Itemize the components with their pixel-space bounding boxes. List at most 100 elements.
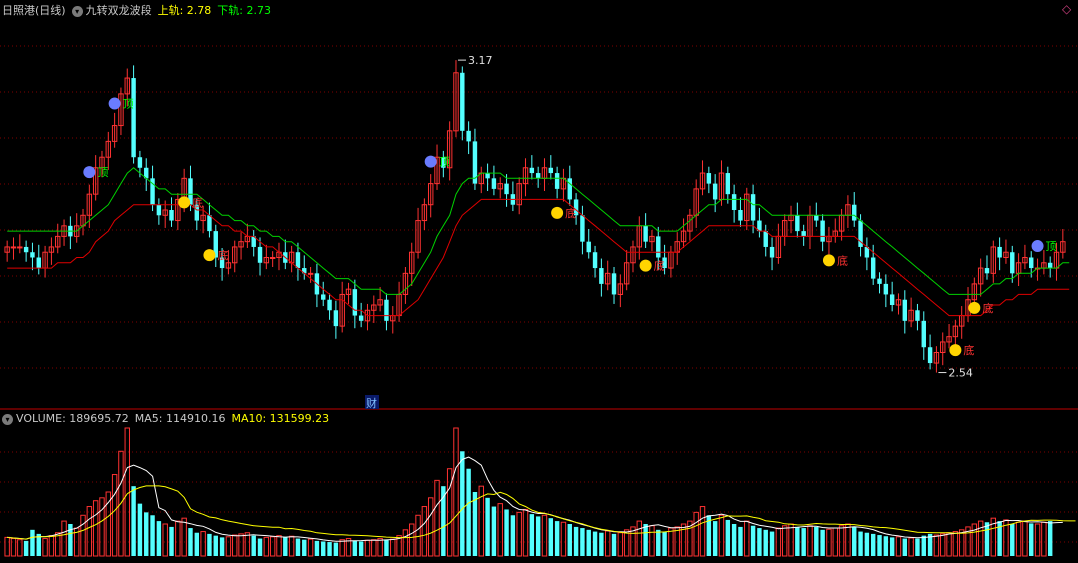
volume-bar-down	[466, 468, 471, 556]
volume-bar-down	[251, 535, 256, 556]
volume-bar-down	[1047, 521, 1053, 556]
ma5-label: MA5: 114910.16	[134, 412, 226, 425]
candle-body-down	[554, 173, 560, 189]
bottom-signal-icon	[639, 259, 652, 272]
candle-body-down	[769, 246, 775, 258]
volume-bar-down	[750, 525, 756, 556]
candle-body-down	[883, 283, 889, 295]
candle-body-down	[1047, 262, 1053, 269]
volume-bar-down	[333, 542, 339, 556]
diamond-icon[interactable]: ◇	[1062, 2, 1072, 16]
top-signal-label: 顶	[1046, 240, 1057, 253]
volume-bar-down	[902, 538, 908, 556]
top-signal-icon	[424, 155, 437, 168]
candle-body-down	[795, 215, 800, 232]
candle-body-down	[36, 257, 41, 269]
candle-body-down	[592, 252, 598, 269]
high-price-label: 3.17	[468, 54, 493, 67]
volume-bar-down	[662, 531, 667, 556]
candle-body-down	[1010, 252, 1015, 274]
volume-bar-down	[814, 526, 819, 556]
volume-bar-down	[769, 531, 775, 556]
top-signal-icon	[83, 166, 96, 179]
candle-body-down	[460, 72, 465, 131]
bottom-signal-label: 底	[837, 253, 848, 267]
candle-body-down	[656, 236, 661, 258]
ma10-label: MA10: 131599.23	[231, 412, 330, 425]
chart-canvas: 顶顶顶顶底底底底 底底底 3.17 2.54 财 ◇	[0, 0, 1078, 560]
volume-bar-down	[548, 518, 554, 556]
volume-bar-down	[921, 535, 926, 556]
candle-body-down	[712, 183, 718, 200]
volume-bar-down	[504, 509, 509, 556]
volume-settings-icon[interactable]: ▾	[2, 413, 13, 425]
volume-bar-down	[852, 526, 857, 556]
volume-bar-down	[611, 533, 617, 556]
volume-bar-down	[207, 533, 212, 556]
bottom-signal-label: 底	[654, 259, 665, 273]
volume-bar-down	[137, 503, 143, 556]
volume-bar-down	[131, 486, 136, 556]
volume-bar-down	[656, 529, 661, 556]
candle-body-down	[131, 78, 136, 158]
volume-bar-down	[599, 532, 604, 556]
volume-bar-down	[864, 532, 870, 556]
candle-body-down	[706, 173, 712, 184]
volume-bar-down	[554, 521, 560, 556]
candle-body-down	[921, 320, 926, 348]
candle-body-down	[902, 299, 908, 321]
candle-body-down	[384, 299, 389, 321]
indicator-name[interactable]: 九转双龙波段	[86, 4, 152, 17]
chart-background	[0, 0, 1078, 560]
candle-body-down	[257, 246, 263, 263]
candle-body-down	[750, 194, 756, 221]
bottom-signal-icon	[949, 344, 962, 357]
volume-bar-down	[384, 539, 389, 556]
finance-marker[interactable]: 财	[366, 396, 377, 410]
volume-bar-down	[302, 539, 307, 556]
volume-bar-down	[23, 540, 29, 556]
stock-chart-window: 日照港(日线) ▾ 九转双龙波段 上轨: 2.78 下轨: 2.73 ▾ VOLUME: …	[0, 0, 1078, 560]
top-signal-label: 顶	[123, 98, 134, 111]
volume-bar-down	[586, 529, 591, 556]
candle-body-down	[801, 231, 806, 237]
candle-body-down	[535, 173, 541, 179]
volume-bar-down	[283, 537, 288, 556]
bottom-signal-label: 底	[565, 206, 576, 220]
indicator-settings-icon[interactable]: ▾	[71, 5, 83, 17]
volume-bar-down	[643, 524, 648, 556]
bottom-signal-icon	[822, 254, 835, 267]
volume-bar-down	[150, 515, 155, 556]
candle-body-down	[915, 310, 920, 321]
candle-body-down	[731, 194, 737, 210]
volume-bar-down	[858, 531, 863, 556]
candle-body-down	[169, 210, 174, 221]
volume-bar-down	[257, 538, 263, 556]
volume-bar-down	[915, 538, 920, 556]
volume-bar-down	[535, 516, 541, 556]
candle-body-down	[333, 310, 339, 327]
upper-band-label: 上轨: 2.78	[157, 4, 212, 17]
volume-bar-down	[314, 540, 320, 556]
volume-bar-down	[1010, 524, 1015, 556]
volume-bar-down	[573, 526, 579, 556]
candle-body-down	[327, 299, 332, 311]
volume-bar-down	[889, 537, 895, 556]
candle-body-down	[529, 167, 535, 174]
candle-body-down	[820, 220, 825, 242]
candle-body-down	[548, 167, 554, 174]
candle-body-down	[870, 257, 876, 279]
candle-body-up	[307, 272, 314, 275]
volume-bar-down	[877, 535, 882, 556]
bottom-signal-icon	[178, 196, 191, 209]
candle-body-down	[207, 215, 212, 232]
candle-body-down	[984, 268, 990, 274]
candle-body-down	[352, 289, 358, 316]
candle-body-down	[580, 215, 585, 242]
candle-body-down	[763, 231, 768, 247]
top-signal-icon	[108, 97, 121, 110]
bottom-signal-label: 底	[982, 301, 993, 315]
volume-bar-down	[883, 536, 889, 556]
candle-body-down	[485, 173, 490, 179]
volume-label: VOLUME: 189695.72	[16, 412, 129, 425]
